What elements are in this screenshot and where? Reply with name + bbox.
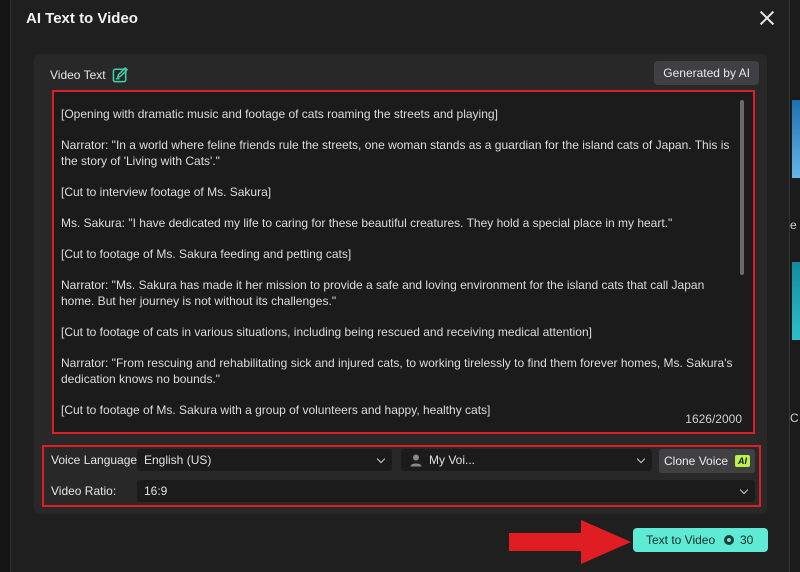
voice-options-box: Voice Language: English (US) My Voi... C… bbox=[42, 445, 761, 507]
script-paragraph: Narrator: "Ms. Sakura has made it her mi… bbox=[61, 278, 705, 308]
voice-select[interactable]: My Voi... bbox=[401, 449, 652, 471]
text-to-video-button[interactable]: Text to Video 30 bbox=[633, 528, 768, 552]
clone-voice-button[interactable]: Clone Voice AI bbox=[659, 449, 755, 473]
script-paragraph: [Cut to interview footage of Ms. Sakura] bbox=[61, 185, 272, 199]
background-text: C bbox=[790, 411, 799, 425]
dialog-title: AI Text to Video bbox=[26, 10, 138, 27]
voice-language-select[interactable]: English (US) bbox=[137, 449, 392, 471]
script-paragraph: Narrator: "From rescuing and rehabilitat… bbox=[61, 356, 733, 386]
video-text-label: Video Text bbox=[50, 67, 106, 82]
credit-cost: 30 bbox=[740, 533, 754, 547]
chevron-down-icon bbox=[376, 454, 386, 464]
background-app-strip: e C bbox=[790, 0, 800, 572]
ai-badge: AI bbox=[735, 455, 750, 467]
script-paragraph: Narrator: "In a world where feline frien… bbox=[61, 138, 730, 168]
ai-text-to-video-dialog: AI Text to Video Video Text Generated by… bbox=[10, 0, 790, 572]
voice-language-label: Voice Language: bbox=[51, 453, 141, 467]
video-ratio-value: 16:9 bbox=[144, 484, 168, 498]
script-paragraph: Ms. Sakura: "I have dedicated my life to… bbox=[61, 216, 673, 230]
close-icon[interactable] bbox=[757, 8, 777, 28]
credit-icon bbox=[724, 535, 734, 545]
text-to-video-label: Text to Video bbox=[646, 533, 716, 547]
character-count: 1626/2000 bbox=[679, 412, 742, 426]
video-ratio-label: Video Ratio: bbox=[51, 484, 117, 498]
clone-voice-label: Clone Voice bbox=[664, 454, 729, 468]
textarea-scrollbar[interactable] bbox=[740, 100, 744, 275]
background-thumbnail bbox=[792, 262, 800, 340]
edit-icon bbox=[112, 67, 128, 83]
script-paragraph: [Cut to footage of cats in various situa… bbox=[61, 325, 592, 339]
red-arrow-icon bbox=[509, 520, 631, 564]
video-ratio-select[interactable]: 16:9 bbox=[137, 480, 755, 502]
script-text: [Opening with dramatic music and footage… bbox=[61, 106, 733, 432]
script-paragraph: [Cut to footage of Ms. Sakura with a gro… bbox=[61, 403, 491, 417]
video-text-textarea[interactable]: [Opening with dramatic music and footage… bbox=[52, 90, 755, 434]
voice-value: My Voi... bbox=[429, 453, 476, 467]
generated-by-ai-button[interactable]: Generated by AI bbox=[654, 61, 759, 85]
video-text-header: Video Text bbox=[50, 66, 129, 83]
background-text: e bbox=[790, 218, 797, 232]
script-paragraph: [Opening with dramatic music and footage… bbox=[61, 107, 498, 121]
voice-language-value: English (US) bbox=[144, 453, 212, 467]
chevron-down-icon bbox=[739, 485, 749, 495]
background-thumbnail bbox=[792, 100, 800, 178]
person-icon bbox=[410, 454, 422, 467]
chevron-down-icon bbox=[636, 454, 646, 464]
script-paragraph: [Cut to footage of Ms. Sakura feeding an… bbox=[61, 247, 352, 261]
video-text-panel: Video Text Generated by AI [Opening with… bbox=[34, 54, 767, 514]
